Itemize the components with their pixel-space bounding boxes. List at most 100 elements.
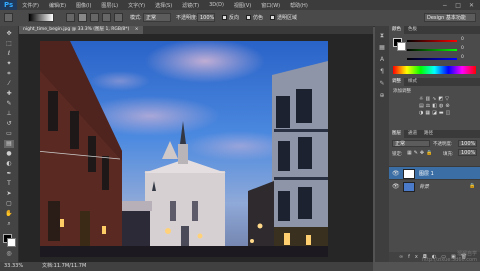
red-value[interactable]: 0 <box>461 37 464 42</box>
reflected-gradient-icon[interactable] <box>102 13 111 22</box>
marquee-tool-icon[interactable]: ⬚ <box>4 40 14 48</box>
clone-source-icon[interactable]: ⊕ <box>378 92 386 100</box>
clone-stamp-icon[interactable]: ⊥ <box>4 110 14 118</box>
properties-panel-icon[interactable]: ▦ <box>378 44 386 52</box>
pen-tool-icon[interactable]: ✒ <box>4 170 14 178</box>
menu-view[interactable]: 视图(V) <box>229 2 256 9</box>
quick-mask-icon[interactable]: ◎ <box>4 250 14 258</box>
dither-checkbox[interactable] <box>246 15 251 20</box>
layer-row[interactable]: 👁 背景 🔒 <box>389 179 480 192</box>
menu-window[interactable]: 窗口(W) <box>256 2 285 9</box>
dodge-tool-icon[interactable]: ◐ <box>4 160 14 168</box>
mode-label: 模式: <box>130 15 142 21</box>
layer-name[interactable]: 图层 1 <box>419 170 434 177</box>
close-window-button[interactable]: ✕ <box>469 2 474 9</box>
transparency-checkbox[interactable] <box>270 15 275 20</box>
fill-input[interactable]: 100% <box>458 149 477 156</box>
healing-brush-icon[interactable]: ✚ <box>4 90 14 98</box>
red-slider[interactable] <box>407 40 457 42</box>
lock-icons[interactable]: ▦✎✥🔒 <box>407 150 434 156</box>
tab-styles[interactable]: 样式 <box>405 78 420 86</box>
menu-file[interactable]: 文件(F) <box>17 2 44 9</box>
menu-type[interactable]: 文字(Y) <box>123 2 150 9</box>
tab-swatches[interactable]: 色板 <box>405 26 420 34</box>
document-canvas[interactable] <box>40 41 328 257</box>
green-value[interactable]: 0 <box>461 46 464 51</box>
shape-tool-icon[interactable]: ▢ <box>4 200 14 208</box>
close-tab-button[interactable]: × <box>135 27 139 32</box>
menu-layer[interactable]: 图层(L) <box>96 2 123 9</box>
threshold-icon[interactable]: ◪ <box>432 110 439 116</box>
blue-slider[interactable] <box>407 58 457 60</box>
background-color-swatch[interactable] <box>7 238 16 247</box>
tab-color[interactable]: 颜色 <box>389 26 404 34</box>
workspace-select[interactable]: Design 基本功能 <box>424 13 476 22</box>
magic-wand-icon[interactable]: ✦ <box>4 60 14 68</box>
green-slider[interactable] <box>407 49 457 51</box>
history-brush-icon[interactable]: ↺ <box>4 120 14 128</box>
history-panel-icon[interactable]: ⧗ <box>378 32 386 40</box>
paragraph-panel-icon[interactable]: ¶ <box>378 68 386 76</box>
gradient-preview[interactable] <box>28 13 54 22</box>
visibility-eye-icon[interactable]: 👁 <box>392 183 400 190</box>
gradient-tool-preset-icon[interactable] <box>4 13 13 22</box>
layer-row[interactable]: 👁 图层 1 <box>389 166 480 179</box>
menu-edit[interactable]: 编辑(E) <box>44 2 71 9</box>
opacity-input[interactable]: 100% <box>197 13 215 22</box>
panel-background-swatch[interactable] <box>397 42 406 51</box>
channel-mixer-icon[interactable]: ⊛ <box>445 103 451 109</box>
maximize-button[interactable]: □ <box>455 2 461 9</box>
blue-value[interactable]: 0 <box>461 55 464 60</box>
reverse-checkbox[interactable] <box>222 15 227 20</box>
eyedropper-tool-icon[interactable]: ⁄ <box>4 80 14 88</box>
status-bar: 33.33% 文档:11.7M/11.7M <box>0 262 373 271</box>
eraser-tool-icon[interactable]: ▭ <box>4 130 14 138</box>
menu-select[interactable]: 选择(S) <box>150 2 177 9</box>
brush-tool-icon[interactable]: ✎ <box>4 100 14 108</box>
diamond-gradient-icon[interactable] <box>114 13 123 22</box>
gradient-map-icon[interactable]: ▬ <box>439 110 446 116</box>
menu-3d[interactable]: 3D(D) <box>204 2 229 8</box>
move-tool-icon[interactable]: ✥ <box>4 30 14 38</box>
path-selection-icon[interactable]: ➤ <box>4 190 14 198</box>
hue-saturation-icon[interactable]: ▤ <box>419 103 426 109</box>
menu-help[interactable]: 帮助(H) <box>285 2 313 9</box>
tab-channels[interactable]: 通道 <box>405 130 420 138</box>
zoom-level[interactable]: 33.33% <box>4 262 23 271</box>
blur-tool-icon[interactable]: ● <box>4 150 14 158</box>
menu-filter[interactable]: 滤镜(T) <box>177 2 204 9</box>
character-panel-icon[interactable]: A <box>378 56 386 64</box>
angle-gradient-icon[interactable] <box>90 13 99 22</box>
vibrance-icon[interactable]: ▽ <box>445 96 451 102</box>
tab-adjustments[interactable]: 调整 <box>389 78 404 86</box>
tab-layers[interactable]: 图层 <box>389 130 404 138</box>
linear-gradient-icon[interactable] <box>66 13 75 22</box>
hand-tool-icon[interactable]: ✋ <box>4 210 14 218</box>
type-tool-icon[interactable]: T <box>4 180 14 188</box>
canvas-area[interactable] <box>19 34 373 262</box>
fx-icon[interactable]: fx <box>408 254 423 260</box>
visibility-eye-icon[interactable]: 👁 <box>392 170 400 177</box>
layer-name[interactable]: 背景 <box>419 183 429 190</box>
opacity-label: 不透明度: <box>176 15 198 21</box>
document-tab-bar: night_time_begin.jpg @ 33.3% (图层 1, RGB/… <box>19 26 373 34</box>
selective-color-icon[interactable]: ◫ <box>446 110 453 116</box>
gradient-tool-icon[interactable]: ▤ <box>4 140 14 148</box>
layer-opacity-input[interactable]: 100% <box>458 140 477 147</box>
menu-image[interactable]: 图像(I) <box>71 2 96 9</box>
link-layers-icon[interactable]: ∞ <box>399 254 408 260</box>
brush-panel-icon[interactable]: ✎ <box>378 80 386 88</box>
radial-gradient-icon[interactable] <box>78 13 87 22</box>
color-ramp[interactable] <box>393 66 476 74</box>
zoom-tool-icon[interactable]: ⌕ <box>4 220 14 228</box>
black-white-icon[interactable]: ◧ <box>432 103 439 109</box>
options-bar: 模式: 正常 不透明度: 100% 反向 仿色 透明区域 Design 基本功能 <box>0 10 480 27</box>
minimize-button[interactable]: − <box>442 2 447 9</box>
mode-select[interactable]: 正常 <box>143 13 171 22</box>
document-tab[interactable]: night_time_begin.jpg @ 33.3% (图层 1, RGB/… <box>19 26 143 34</box>
tab-paths[interactable]: 路径 <box>421 130 436 138</box>
blend-mode-select[interactable]: 正常 <box>392 140 430 147</box>
lasso-tool-icon[interactable]: ℓ <box>4 50 14 58</box>
toolbox: ✥ ⬚ ℓ ✦ ⌗ ⁄ ✚ ✎ ⊥ ↺ ▭ ▤ ● ◐ ✒ T ➤ ▢ ✋ ⌕ … <box>0 26 19 262</box>
crop-tool-icon[interactable]: ⌗ <box>4 70 14 78</box>
